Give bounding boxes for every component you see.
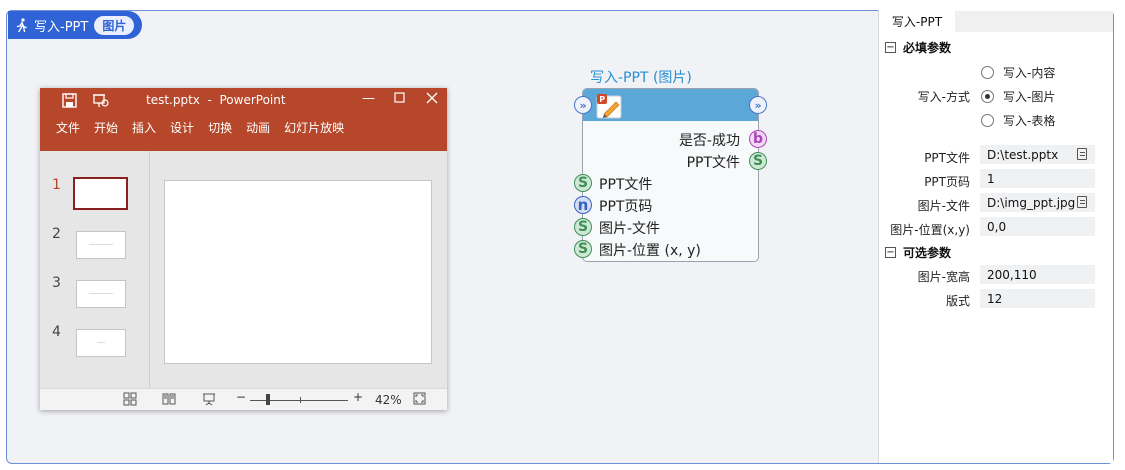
input-label-image-file: 图片-文件 (599, 221, 661, 237)
slideshow-view-icon[interactable] (202, 392, 216, 409)
header-tag[interactable]: 写入-PPT 图片 (8, 11, 143, 39)
slide-thumbnail-pane: 1 2 3 4 (40, 151, 150, 388)
field-label-ppt-file: PPT文件 (924, 151, 970, 165)
fit-slide-icon[interactable] (413, 392, 426, 408)
input-port-ppt-file[interactable]: S (574, 174, 592, 192)
write-ppt-node[interactable]: P » » 是否-成功 b PPT文件 S S PPT文件 n PPT页码 S … (574, 88, 767, 262)
input-label-ppt-file: PPT文件 (599, 177, 653, 193)
collapse-icon[interactable]: − (885, 247, 896, 258)
node-title: 写入-PPT (图片) (590, 70, 692, 86)
thumbnail-1[interactable]: 1 (52, 177, 128, 210)
thumbnail-box[interactable] (73, 177, 128, 210)
thumbnail-box[interactable] (76, 329, 126, 357)
zoom-slider-track[interactable] (250, 400, 348, 401)
field-label-ppt-page: PPT页码 (924, 175, 970, 189)
powerpoint-window[interactable]: test.pptx - PowerPoint — 文件 开始 插入 设计 切换 … (40, 88, 447, 410)
menu-slideshow[interactable]: 幻灯片放映 (284, 119, 344, 136)
present-icon[interactable] (92, 93, 110, 111)
image-file-input[interactable]: D:\img_ppt.jpg (980, 193, 1095, 212)
menu-design[interactable]: 设计 (170, 119, 194, 136)
field-label-image-position: 图片-位置(x,y) (890, 223, 970, 237)
zoom-slider-thumb[interactable] (266, 394, 270, 405)
menu-file[interactable]: 文件 (56, 119, 80, 136)
current-slide[interactable] (164, 180, 432, 364)
input-label-ppt-page: PPT页码 (599, 199, 653, 215)
input-port-image-file[interactable]: S (574, 218, 592, 236)
input-label-image-position: 图片-位置 (x, y) (599, 243, 701, 259)
minimize-icon[interactable]: — (362, 91, 375, 106)
collapse-icon[interactable]: − (885, 42, 896, 53)
ppt-page-input[interactable]: 1 (980, 169, 1095, 188)
zoom-out-button[interactable]: − (236, 390, 246, 404)
field-label-image-file: 图片-文件 (917, 199, 970, 213)
node-header[interactable]: P (583, 89, 758, 121)
zoom-level[interactable]: 42% (375, 393, 402, 407)
required-section-title: 必填参数 (903, 41, 952, 55)
reading-view-icon[interactable] (162, 392, 176, 409)
menu-transitions[interactable]: 切换 (208, 119, 232, 136)
menu-insert[interactable]: 插入 (132, 119, 156, 136)
layout-input[interactable]: 12 (980, 289, 1095, 308)
svg-text:P: P (599, 95, 605, 104)
thumbnail-3[interactable]: 3 (52, 275, 126, 308)
field-label-layout: 版式 (945, 294, 970, 308)
walk-icon (16, 18, 28, 32)
required-section-header[interactable]: − 必填参数 (885, 39, 951, 56)
flow-in-port[interactable]: » (574, 96, 592, 114)
header-title: 写入-PPT (34, 19, 89, 35)
optional-section-title: 可选参数 (903, 246, 952, 260)
properties-panel: 写入-PPT − 必填参数 写入-内容 写入-方式 写入-图片 写入-表格 PP… (878, 10, 1113, 463)
tab-write-ppt[interactable]: 写入-PPT (879, 11, 955, 32)
ppt-doc-title: test.pptx - PowerPoint (146, 93, 286, 107)
write-mode-label: 写入-方式 (917, 90, 970, 104)
ppt-file-input[interactable]: D:\test.pptx (980, 145, 1095, 164)
field-label-image-size: 图片-宽高 (917, 270, 970, 284)
ppt-edit-icon: P (596, 93, 624, 119)
radio-write-table[interactable]: 写入-表格 (981, 112, 1055, 129)
image-position-input[interactable]: 0,0 (980, 217, 1095, 236)
radio-write-content[interactable]: 写入-内容 (981, 64, 1055, 81)
output-port-success[interactable]: b (749, 130, 767, 148)
file-picker-icon[interactable] (1077, 196, 1087, 208)
flow-out-port[interactable]: » (749, 96, 767, 114)
optional-section-header[interactable]: − 可选参数 (885, 244, 951, 261)
normal-view-icon[interactable] (123, 392, 137, 409)
thumbnail-box[interactable] (76, 231, 126, 259)
ppt-statusbar: − + 42% (40, 388, 447, 410)
radio-circle-selected[interactable] (981, 90, 994, 103)
close-icon[interactable] (426, 92, 438, 108)
ppt-body: 1 2 3 4 (40, 151, 447, 388)
thumbnail-2[interactable]: 2 (52, 226, 126, 259)
slide-editor (150, 151, 447, 388)
radio-circle[interactable] (981, 66, 994, 79)
save-icon[interactable] (62, 93, 77, 111)
menu-animations[interactable]: 动画 (246, 119, 270, 136)
input-port-ppt-page[interactable]: n (574, 196, 592, 214)
ppt-titlebar: test.pptx - PowerPoint — (40, 88, 447, 113)
file-picker-icon[interactable] (1077, 148, 1087, 160)
zoom-in-button[interactable]: + (353, 390, 363, 404)
header-badge: 图片 (94, 15, 135, 35)
menu-home[interactable]: 开始 (94, 119, 118, 136)
radio-write-image[interactable]: 写入-图片 (981, 88, 1055, 105)
input-port-image-position[interactable]: S (574, 240, 592, 258)
maximize-icon[interactable] (394, 92, 405, 107)
radio-circle[interactable] (981, 114, 994, 127)
output-label-ppt-file: PPT文件 (686, 155, 740, 171)
thumbnail-4[interactable]: 4 (52, 324, 126, 357)
thumbnail-box[interactable] (76, 280, 126, 308)
zoom-slider-mark (300, 397, 301, 403)
output-label-success: 是否-成功 (678, 133, 740, 149)
output-port-ppt-file[interactable]: S (749, 152, 767, 170)
ppt-ribbon-menu: 文件 开始 插入 设计 切换 动画 幻灯片放映 (40, 113, 447, 151)
image-size-input[interactable]: 200,110 (980, 265, 1095, 284)
